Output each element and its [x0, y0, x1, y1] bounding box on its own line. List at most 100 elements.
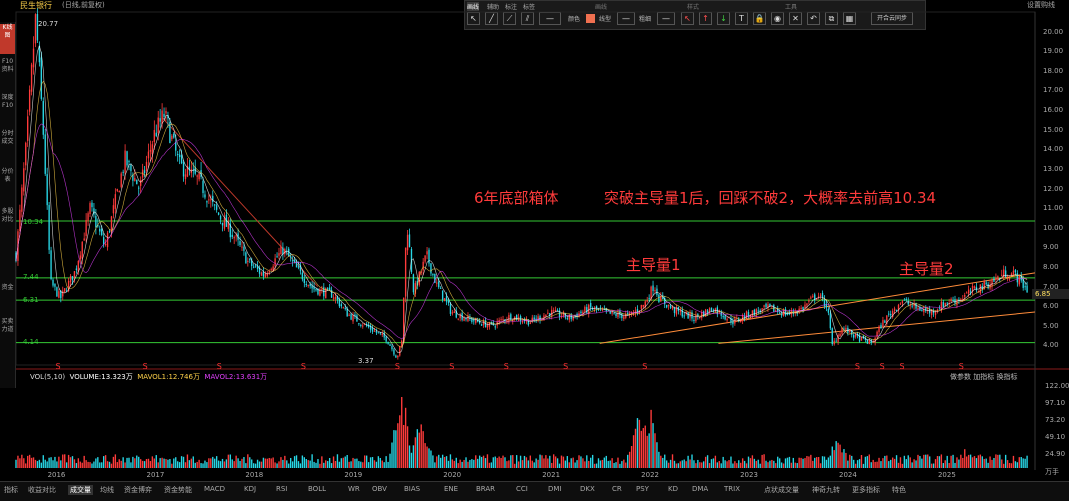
- volume-bar: [406, 426, 409, 468]
- indicator-tab[interactable]: ENE: [444, 485, 458, 493]
- indicator-tab[interactable]: WR: [348, 485, 360, 493]
- volume-bar: [465, 457, 467, 468]
- volume-bar: [120, 460, 122, 468]
- year-tick-label: 2024: [839, 471, 857, 479]
- volume-bar: [628, 451, 631, 468]
- signal-s-marker[interactable]: S: [395, 362, 400, 371]
- candle-body: [800, 307, 802, 310]
- candle-body: [288, 248, 290, 257]
- indicator-tab[interactable]: KDJ: [244, 485, 256, 493]
- indicator-tab[interactable]: PSY: [636, 485, 649, 493]
- candle-body: [667, 304, 670, 307]
- signal-s-marker[interactable]: S: [899, 362, 904, 371]
- candle-body: [623, 316, 625, 320]
- volume-bar: [484, 458, 487, 468]
- candle-body: [25, 142, 27, 166]
- signal-s-marker[interactable]: S: [855, 362, 860, 371]
- volume-bar: [564, 460, 567, 468]
- indicator-tab[interactable]: 点状成交量: [764, 485, 799, 495]
- indicator-tab[interactable]: OBV: [372, 485, 387, 493]
- indicator-tab[interactable]: BIAS: [404, 485, 420, 493]
- volume-bar: [128, 457, 130, 468]
- candle-body: [83, 238, 85, 241]
- volume-bar: [171, 463, 173, 468]
- indicator-tab[interactable]: DMA: [692, 485, 708, 493]
- candle-body: [178, 154, 181, 158]
- volume-bar: [837, 442, 839, 468]
- signal-s-marker[interactable]: S: [880, 362, 885, 371]
- indicator-tab[interactable]: KD: [668, 485, 678, 493]
- volume-bar: [186, 454, 189, 468]
- volume-bar: [549, 455, 551, 468]
- volume-bar: [671, 454, 674, 468]
- price-tick-label: 11.00: [1043, 204, 1064, 213]
- indicator-tab[interactable]: 资金博弈: [124, 485, 152, 495]
- candle-body: [757, 310, 759, 312]
- candle-body: [683, 315, 685, 317]
- candle-body: [395, 355, 397, 358]
- volume-bar: [492, 457, 494, 468]
- signal-s-marker[interactable]: S: [143, 362, 148, 371]
- candle-body: [149, 149, 152, 152]
- indicator-tab[interactable]: 指标: [4, 485, 18, 495]
- indicator-tab[interactable]: BOLL: [308, 485, 326, 493]
- volume-bar: [114, 454, 117, 468]
- candle-body: [397, 355, 399, 358]
- volume-bar: [307, 460, 309, 468]
- volume-bar: [241, 458, 243, 468]
- signal-s-marker[interactable]: S: [301, 362, 306, 371]
- indicator-tab[interactable]: BRAR: [476, 485, 495, 493]
- volume-bar: [391, 442, 393, 468]
- indicator-tab[interactable]: MACD: [204, 485, 225, 493]
- candle-body: [258, 268, 261, 274]
- year-tick-label: 2021: [542, 471, 561, 479]
- candle-body: [995, 277, 997, 280]
- volume-bar: [414, 437, 417, 468]
- volume-bar: [983, 458, 985, 468]
- volume-bar: [599, 460, 602, 468]
- candle-body: [301, 272, 304, 280]
- indicator-tab[interactable]: 特色: [892, 485, 906, 495]
- candle-body: [334, 297, 337, 300]
- signal-s-marker[interactable]: S: [217, 362, 222, 371]
- candle-body: [143, 170, 146, 174]
- signal-s-marker[interactable]: S: [504, 362, 509, 371]
- indicator-tab[interactable]: TRIX: [724, 485, 740, 493]
- volume-bar: [732, 463, 734, 468]
- volume-bar: [288, 463, 290, 468]
- candle-body: [202, 180, 204, 194]
- candle-body: [424, 255, 426, 262]
- indicator-tab[interactable]: 神奇九转: [812, 485, 840, 495]
- price-tick-label: 8.00: [1043, 262, 1059, 271]
- volume-bar: [477, 458, 479, 468]
- indicator-tab[interactable]: RSI: [276, 485, 287, 493]
- volume-bar: [780, 462, 783, 468]
- volume-bar: [358, 461, 360, 468]
- indicator-tab[interactable]: CCI: [516, 485, 528, 493]
- indicator-tab[interactable]: 成交量: [68, 485, 93, 495]
- candle-body: [95, 215, 97, 228]
- price-tick-label: 10.00: [1043, 223, 1064, 232]
- indicator-tab[interactable]: 更多指标: [852, 485, 880, 495]
- volume-bar: [860, 455, 863, 468]
- indicator-tab[interactable]: CR: [612, 485, 622, 493]
- indicator-tab[interactable]: 收益对比: [28, 485, 56, 495]
- indicator-tab[interactable]: DMI: [548, 485, 562, 493]
- signal-s-marker[interactable]: S: [56, 362, 61, 371]
- indicator-tab[interactable]: 均线: [100, 485, 114, 495]
- signal-s-marker[interactable]: S: [449, 362, 454, 371]
- volume-bar: [556, 458, 559, 468]
- signal-s-marker[interactable]: S: [563, 362, 568, 371]
- volume-bar: [290, 457, 292, 468]
- signal-s-marker[interactable]: S: [642, 362, 647, 371]
- indicator-tab[interactable]: 资金势能: [164, 485, 192, 495]
- signal-s-marker[interactable]: S: [959, 362, 964, 371]
- volume-bar: [38, 459, 41, 468]
- indicator-tab[interactable]: DKX: [580, 485, 595, 493]
- volume-param-buttons[interactable]: 做参数 加指标 换指标: [950, 372, 1017, 382]
- volume-bar: [874, 461, 876, 468]
- candle-body: [888, 313, 890, 315]
- kline-chart[interactable]: [0, 0, 1069, 500]
- volume-bar: [981, 456, 983, 468]
- volume-bar: [519, 455, 522, 468]
